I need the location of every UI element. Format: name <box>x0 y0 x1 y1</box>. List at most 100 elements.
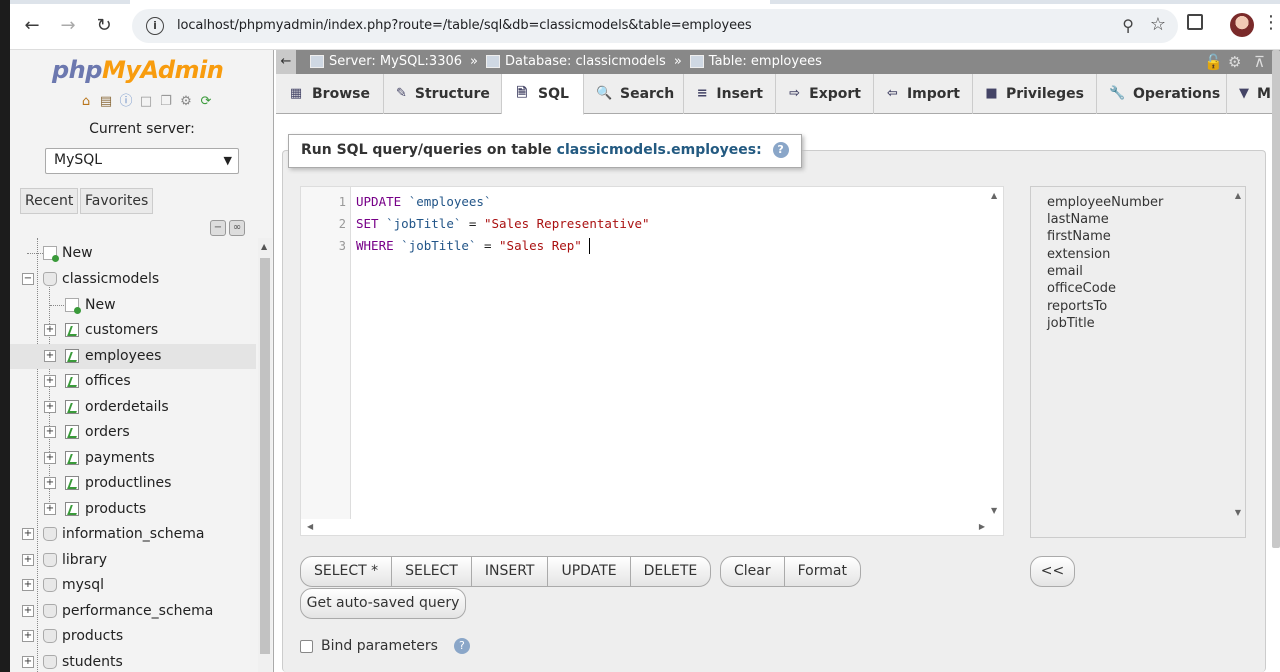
tree-item-db-information-schema[interactable]: + information_schema <box>10 522 256 547</box>
breadcrumb-database[interactable]: Database: classicmodels <box>485 54 666 69</box>
scroll-up-icon[interactable]: ▲ <box>991 191 997 200</box>
expand-icon[interactable]: + <box>44 350 56 362</box>
forward-icon[interactable]: → <box>56 14 80 38</box>
link-with-main-icon[interactable]: ∞ <box>229 220 245 236</box>
columns-list[interactable]: employeeNumber lastName firstName extens… <box>1030 186 1246 538</box>
tab-insert[interactable]: ≡ Insert <box>684 74 776 114</box>
column-option[interactable]: extension <box>1047 247 1110 262</box>
tab-privileges[interactable]: ■ Privileges <box>973 74 1097 114</box>
scroll-down-icon[interactable]: ▼ <box>991 506 997 515</box>
expand-icon[interactable]: + <box>22 579 34 591</box>
scroll-up-icon[interactable]: ▲ <box>261 242 267 251</box>
tree-item-new-table[interactable]: New <box>10 293 256 318</box>
breadcrumb-server[interactable]: Server: MySQL:3306 <box>310 54 462 69</box>
lock-icon[interactable]: 🔓 <box>1204 53 1223 71</box>
collapse-nav-icon[interactable]: ← <box>276 50 296 74</box>
tree-item-db-products[interactable]: + products <box>10 624 256 649</box>
scroll-down-icon[interactable]: ▼ <box>1235 508 1241 517</box>
column-option[interactable]: firstName <box>1047 229 1111 244</box>
help-icon[interactable]: ⓘ <box>118 94 134 110</box>
settings-icon[interactable]: ⚙ <box>178 94 194 110</box>
expand-icon[interactable]: + <box>22 656 34 668</box>
expand-icon[interactable]: + <box>22 528 34 540</box>
tree-item-db-mysql[interactable]: + mysql <box>10 573 256 598</box>
tree-item-table-employees[interactable]: + employees <box>10 344 256 369</box>
code-line[interactable]: WHERE `jobTitle` = "Sales Rep" <box>356 238 591 254</box>
tree-item-table-offices[interactable]: + offices <box>10 369 256 394</box>
recent-tab[interactable]: Recent <box>20 188 79 214</box>
menu-kebab-icon[interactable]: ⋮ <box>1262 12 1280 33</box>
column-option[interactable]: officeCode <box>1047 281 1116 296</box>
expand-icon[interactable]: + <box>44 477 56 489</box>
settings-icon[interactable]: ⚙ <box>1228 53 1241 71</box>
expand-icon[interactable]: + <box>44 426 56 438</box>
column-option[interactable]: jobTitle <box>1047 316 1095 331</box>
url-text[interactable]: localhost/phpmyadmin/index.php?route=/ta… <box>177 18 752 33</box>
bind-parameters-checkbox[interactable] <box>300 639 313 653</box>
tree-item-table-payments[interactable]: + payments <box>10 446 256 471</box>
tree-item-table-orderdetails[interactable]: + orderdetails <box>10 395 256 420</box>
site-info-icon[interactable]: i <box>146 17 164 35</box>
delete-button[interactable]: DELETE <box>631 557 711 586</box>
tree-item-table-customers[interactable]: + customers <box>10 318 256 343</box>
collapse-top-icon[interactable]: ⊼ <box>1254 53 1265 71</box>
expand-icon[interactable]: + <box>44 452 56 464</box>
expand-icon[interactable]: + <box>44 324 56 336</box>
collapse-icon[interactable]: − <box>22 273 34 285</box>
insert-column-button[interactable]: << <box>1030 556 1075 587</box>
tab-export[interactable]: ⇨ Export <box>776 74 874 114</box>
scroll-left-icon[interactable]: ◀ <box>307 522 313 531</box>
format-button[interactable]: Format <box>785 557 860 586</box>
scrollbar-thumb[interactable] <box>260 258 270 654</box>
tree-item-db-library[interactable]: + library <box>10 548 256 573</box>
bookmark-star-icon[interactable]: ☆ <box>1150 14 1166 35</box>
expand-icon[interactable]: + <box>22 630 34 642</box>
insert-button[interactable]: INSERT <box>472 557 549 586</box>
select-button[interactable]: SELECT <box>392 557 472 586</box>
editor-horizontal-scrollbar[interactable]: ◀ ▶ <box>301 519 989 535</box>
help-icon[interactable]: ? <box>453 638 470 654</box>
tree-item-classicmodels[interactable]: − classicmodels <box>10 267 256 292</box>
column-option[interactable]: reportsTo <box>1047 299 1107 314</box>
copy-icon[interactable]: ❐ <box>158 94 174 110</box>
clear-button[interactable]: Clear <box>721 557 785 586</box>
editor-vertical-scrollbar[interactable]: ▲ ▼ <box>987 187 1003 521</box>
address-bar[interactable]: i localhost/phpmyadmin/index.php?route=/… <box>132 9 1178 43</box>
expand-icon[interactable]: + <box>44 503 56 515</box>
expand-icon[interactable]: + <box>22 605 34 617</box>
bind-parameters-label[interactable]: Bind parameters <box>321 638 438 654</box>
docs-icon[interactable]: □ <box>138 94 154 110</box>
expand-icon[interactable]: + <box>44 401 56 413</box>
tab-operations[interactable]: 🔧 Operations <box>1097 74 1227 114</box>
tab-import[interactable]: ⇦ Import <box>874 74 973 114</box>
code-line[interactable]: UPDATE `employees` <box>356 194 491 209</box>
tab-sql[interactable]: 🗎 SQL <box>502 74 584 115</box>
tree-item-new-root[interactable]: New <box>10 241 256 266</box>
tab-search[interactable]: 🔍 Search <box>584 74 684 114</box>
home-icon[interactable]: ⌂ <box>78 94 94 110</box>
expand-icon[interactable]: + <box>44 375 56 387</box>
page-scrollbar-thumb[interactable] <box>1272 50 1280 548</box>
back-icon[interactable]: ← <box>20 14 44 38</box>
reload-icon[interactable]: ↻ <box>92 14 116 38</box>
get-auto-saved-query-button[interactable]: Get auto-saved query <box>300 588 466 619</box>
select-all-button[interactable]: SELECT * <box>301 557 393 586</box>
tree-item-db-performance-schema[interactable]: + performance_schema <box>10 599 256 624</box>
code-line[interactable]: SET `jobTitle` = "Sales Representative" <box>356 216 650 231</box>
tree-item-table-products[interactable]: + products <box>10 497 256 522</box>
expand-icon[interactable]: + <box>22 554 34 566</box>
tab-structure[interactable]: ✎ Structure <box>384 74 502 114</box>
profile-avatar[interactable] <box>1230 13 1254 37</box>
column-option[interactable]: lastName <box>1047 212 1109 227</box>
column-option[interactable]: employeeNumber <box>1047 195 1163 210</box>
server-select[interactable]: MySQL ▼ <box>45 148 239 174</box>
scroll-right-icon[interactable]: ▶ <box>979 522 985 531</box>
navigation-scrollbar[interactable]: ▲ <box>258 238 272 672</box>
help-icon[interactable]: ? <box>772 142 789 158</box>
tab-browse[interactable]: ▦ Browse <box>276 74 384 114</box>
breadcrumb-table[interactable]: Table: employees <box>689 54 822 69</box>
phpmyadmin-logo[interactable]: phpMyAdmin <box>52 56 224 84</box>
favorites-tab[interactable]: Favorites <box>80 188 154 214</box>
exit-icon[interactable]: ▤ <box>98 94 114 110</box>
tree-item-db-students[interactable]: + students <box>10 650 256 672</box>
